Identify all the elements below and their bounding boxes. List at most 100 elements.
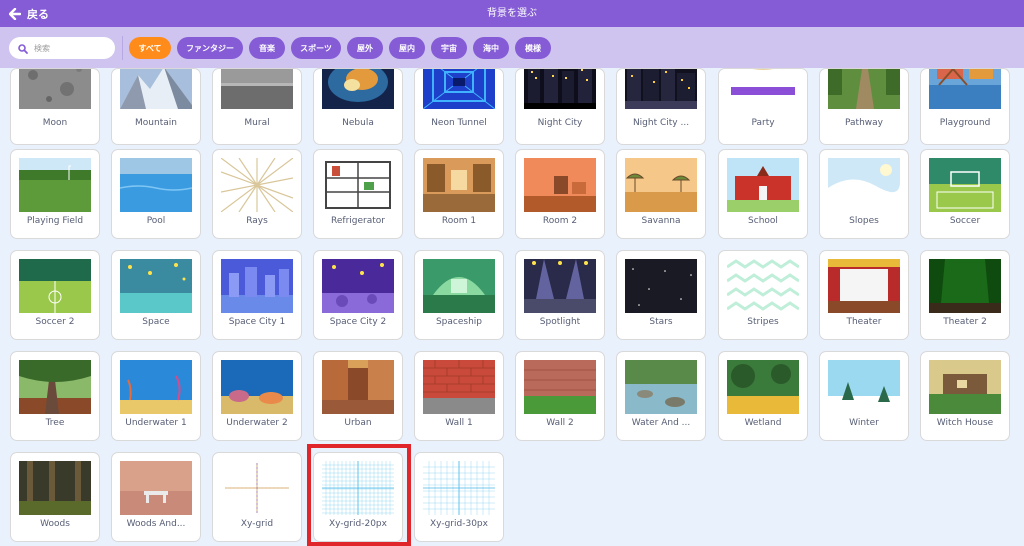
- room-1-thumbnail: [423, 158, 495, 212]
- page-title: 背景を選ぶ: [487, 8, 537, 19]
- backdrop-tile[interactable]: Room 1: [414, 149, 504, 239]
- underwater-2-thumbnail: [221, 360, 293, 414]
- tag-button[interactable]: 屋外: [347, 37, 383, 59]
- backdrop-label: Underwater 2: [226, 418, 288, 428]
- theater-2-thumbnail: [929, 259, 1001, 313]
- backdrop-tile[interactable]: Neon Tunnel: [414, 68, 504, 145]
- backdrop-tile[interactable]: Nebula: [313, 68, 403, 145]
- tag-button[interactable]: ファンタジー: [177, 37, 243, 59]
- backdrop-tile[interactable]: Stripes: [718, 250, 808, 340]
- neon-tunnel-thumbnail: [423, 69, 495, 109]
- playing-field-thumbnail: [19, 158, 91, 212]
- backdrop-label: Nebula: [342, 118, 374, 128]
- backdrop-tile[interactable]: Wetland: [718, 351, 808, 441]
- backdrop-tile[interactable]: Underwater 2: [212, 351, 302, 441]
- backdrop-label: Refrigerator: [331, 216, 385, 226]
- backdrop-tile[interactable]: Moon: [10, 68, 100, 145]
- backdrop-tile[interactable]: Spaceship: [414, 250, 504, 340]
- backdrop-label: Playing Field: [26, 216, 84, 226]
- search-icon: [18, 39, 28, 58]
- backdrop-tile[interactable]: Night City ...: [616, 68, 706, 145]
- tag-button[interactable]: 模様: [515, 37, 551, 59]
- backdrop-tile[interactable]: Wall 1: [414, 351, 504, 441]
- backdrop-tile[interactable]: Woods And...: [111, 452, 201, 542]
- backdrop-label: Spotlight: [539, 317, 581, 327]
- tag-button[interactable]: すべて: [129, 37, 171, 59]
- backdrop-tile[interactable]: Space City 2: [313, 250, 403, 340]
- tag-button[interactable]: 宇宙: [431, 37, 467, 59]
- backdrop-label: Theater: [846, 317, 882, 327]
- night-city-thumbnail: [524, 69, 596, 109]
- backdrop-tile[interactable]: Spotlight: [515, 250, 605, 340]
- spaceship-thumbnail: [423, 259, 495, 313]
- backdrop-label: Savanna: [641, 216, 681, 226]
- night-city-2-thumbnail: [625, 69, 697, 109]
- tag-button[interactable]: 屋内: [389, 37, 425, 59]
- underwater-1-thumbnail: [120, 360, 192, 414]
- backdrop-tile[interactable]: Savanna: [616, 149, 706, 239]
- backdrop-library-grid[interactable]: Moon Mountain Mural Nebula Neon Tunnel Night …: [0, 68, 1024, 546]
- backdrop-tile[interactable]: Pathway: [819, 68, 909, 145]
- backdrop-label: Wall 2: [546, 418, 574, 428]
- backdrop-tile[interactable]: Slopes: [819, 149, 909, 239]
- backdrop-tile[interactable]: Playing Field: [10, 149, 100, 239]
- backdrop-tile[interactable]: Theater: [819, 250, 909, 340]
- backdrop-label: Soccer: [949, 216, 981, 226]
- soccer-2-thumbnail: [19, 259, 91, 313]
- backdrop-tile[interactable]: Tree: [10, 351, 100, 441]
- backdrop-tile[interactable]: Woods: [10, 452, 100, 542]
- backdrop-tile[interactable]: Refrigerator: [313, 149, 403, 239]
- backdrop-tile[interactable]: Playground: [920, 68, 1010, 145]
- search-input[interactable]: [34, 43, 102, 53]
- backdrop-label: Woods And...: [126, 519, 186, 529]
- backdrop-tile[interactable]: Party: [718, 68, 808, 145]
- backdrop-tile[interactable]: Room 2: [515, 149, 605, 239]
- backdrop-tile[interactable]: Stars: [616, 250, 706, 340]
- backdrop-label: Party: [751, 118, 775, 128]
- backdrop-label: Night City ...: [632, 118, 690, 128]
- backdrop-tile[interactable]: Soccer 2: [10, 250, 100, 340]
- mural-thumbnail: [221, 69, 293, 109]
- space-city-2-thumbnail: [322, 259, 394, 313]
- backdrop-tile[interactable]: Xy-grid-30px: [414, 452, 504, 542]
- backdrop-tile[interactable]: Soccer: [920, 149, 1010, 239]
- nebula-thumbnail: [322, 69, 394, 109]
- search-box[interactable]: [9, 37, 115, 59]
- backdrop-tile[interactable]: Theater 2: [920, 250, 1010, 340]
- backdrop-label: Soccer 2: [35, 317, 75, 327]
- space-city-1-thumbnail: [221, 259, 293, 313]
- school-thumbnail: [727, 158, 799, 212]
- stripes-thumbnail: [727, 259, 799, 313]
- backdrop-label: Room 1: [441, 216, 477, 226]
- backdrop-tile[interactable]: Night City: [515, 68, 605, 145]
- backdrop-label: Xy-grid: [240, 519, 274, 529]
- party-thumbnail: [727, 69, 799, 109]
- backdrop-tile[interactable]: Underwater 1: [111, 351, 201, 441]
- backdrop-tile[interactable]: Xy-grid-20px: [313, 452, 403, 542]
- pathway-thumbnail: [828, 69, 900, 109]
- backdrop-tile[interactable]: Rays: [212, 149, 302, 239]
- backdrop-label: Rays: [246, 216, 268, 226]
- backdrop-label: Mountain: [135, 118, 177, 128]
- top-bar: 戻る 背景を選ぶ: [0, 0, 1024, 27]
- backdrop-tile[interactable]: Space: [111, 250, 201, 340]
- backdrop-tile[interactable]: School: [718, 149, 808, 239]
- backdrop-tile[interactable]: Urban: [313, 351, 403, 441]
- backdrop-tile[interactable]: Xy-grid: [212, 452, 302, 542]
- backdrop-tile[interactable]: Mountain: [111, 68, 201, 145]
- xy-grid-thumbnail: [221, 461, 293, 515]
- backdrop-label: Neon Tunnel: [431, 118, 487, 128]
- water-and-rocks-thumbnail: [625, 360, 697, 414]
- backdrop-tile[interactable]: Mural: [212, 68, 302, 145]
- backdrop-tile[interactable]: Space City 1: [212, 250, 302, 340]
- tag-button[interactable]: スポーツ: [291, 37, 341, 59]
- tag-button[interactable]: 海中: [473, 37, 509, 59]
- tag-button[interactable]: 音楽: [249, 37, 285, 59]
- mountain-thumbnail: [120, 69, 192, 109]
- backdrop-tile[interactable]: Water And ...: [616, 351, 706, 441]
- backdrop-tile[interactable]: Winter: [819, 351, 909, 441]
- backdrop-tile[interactable]: Wall 2: [515, 351, 605, 441]
- backdrop-tile[interactable]: Witch House: [920, 351, 1010, 441]
- backdrop-tile[interactable]: Pool: [111, 149, 201, 239]
- backdrop-label: Woods: [40, 519, 70, 529]
